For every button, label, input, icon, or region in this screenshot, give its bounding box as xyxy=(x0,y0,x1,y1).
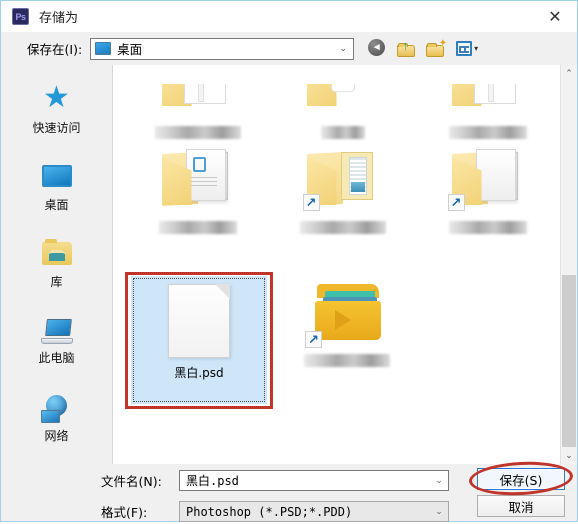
file-label-blurred xyxy=(299,221,386,234)
file-row: 黑白.psd ↗ xyxy=(125,272,560,409)
folder-item[interactable] xyxy=(270,65,415,139)
chevron-down-icon[interactable]: ⌄ xyxy=(430,506,448,517)
filename-input[interactable]: 黑白.psd ⌄ xyxy=(179,470,449,491)
up-folder-button[interactable]: ↑ xyxy=(397,37,417,58)
star-icon: ★ xyxy=(43,81,70,114)
chevron-down-icon[interactable]: ⌄ xyxy=(430,475,448,486)
shortcut-arrow-icon: ↗ xyxy=(447,194,465,211)
window-title: 存储为 xyxy=(39,11,79,26)
chevron-down-icon: ⌄ xyxy=(339,43,347,53)
sidebar-item-label: 快速访问 xyxy=(32,121,81,135)
new-folder-button[interactable]: ✦ xyxy=(426,37,448,58)
back-button[interactable]: ◄ xyxy=(368,39,388,58)
chevron-down-icon: ▾ xyxy=(474,44,479,53)
sidebar-item-desktop[interactable]: 桌面 xyxy=(1,148,112,225)
this-pc-icon xyxy=(40,319,73,345)
papers-folder-icon: ↗ xyxy=(447,147,524,213)
view-mode-button[interactable]: ▾ xyxy=(455,40,481,58)
desktop-icon xyxy=(40,160,74,192)
photoshop-icon: Ps xyxy=(12,8,29,25)
view-grid-icon xyxy=(456,40,473,56)
navigation-toolbar: ◄ ↑ ✦ ▾ xyxy=(368,37,481,58)
file-label: 黑白.psd xyxy=(174,366,224,380)
media-folder-icon: ↗ xyxy=(305,280,383,348)
star-badge-icon: ✦ xyxy=(438,37,448,49)
cup-cut-icon xyxy=(306,84,379,118)
filename-label: 文件名(N): xyxy=(101,474,162,489)
save-as-dialog: Ps 存储为 ✕ 保存在(I): 桌面 ⌄ ◄ ↑ ✦ ▾ ★ 快速访问 桌面 … xyxy=(0,0,578,522)
psd-file-item[interactable]: 黑白.psd xyxy=(125,272,273,409)
format-value: Photoshop (*.PSD;*.PDD) xyxy=(186,504,353,519)
folder-item[interactable] xyxy=(125,139,270,274)
folder-item[interactable]: ↗ xyxy=(415,139,560,274)
cancel-button[interactable]: 取消 xyxy=(477,495,565,517)
pictures-folder-icon: ↗ xyxy=(302,147,379,213)
file-row xyxy=(125,65,560,139)
folder-item[interactable] xyxy=(415,65,560,139)
file-label-blurred xyxy=(448,126,527,139)
dialog-footer: 文件名(N): 黑白.psd ⌄ 格式(F): Photoshop (*.PSD… xyxy=(1,459,577,522)
green-up-arrow-icon: ↑ xyxy=(402,37,409,53)
sidebar-item-label: 网络 xyxy=(44,428,69,443)
save-button[interactable]: 保存(S) xyxy=(477,468,565,490)
sidebar-item-this-pc[interactable]: 此电脑 xyxy=(1,302,112,379)
file-label-blurred xyxy=(158,221,237,234)
sidebar-item-quick-access[interactable]: ★ 快速访问 xyxy=(1,71,112,148)
file-label-blurred xyxy=(154,126,241,139)
shortcut-arrow-icon: ↗ xyxy=(305,331,322,348)
file-grid: ↗ ↗ 黑白.psd ↗ xyxy=(113,65,560,464)
folder-cut-icon xyxy=(451,84,524,118)
sidebar-item-network[interactable]: 网络 xyxy=(1,379,112,456)
format-label: 格式(F): xyxy=(101,505,148,520)
scrollbar-thumb[interactable] xyxy=(562,275,576,464)
title-bar: Ps 存储为 ✕ xyxy=(1,1,577,32)
scroll-up-button[interactable]: ⌃ xyxy=(561,65,577,82)
location-bar: 保存在(I): 桌面 ⌄ ◄ ↑ ✦ ▾ xyxy=(1,32,577,65)
file-row: ↗ ↗ xyxy=(125,139,560,274)
file-label-blurred xyxy=(320,126,365,139)
sidebar-item-label: 桌面 xyxy=(44,198,69,212)
location-dropdown[interactable]: 桌面 ⌄ xyxy=(90,37,355,60)
sidebar-item-library[interactable]: 库 xyxy=(1,225,112,302)
file-label-blurred xyxy=(448,221,527,234)
file-list-panel[interactable]: ↗ ↗ 黑白.psd ↗ ⌃ ⌄ xyxy=(113,65,577,464)
desktop-monitor-icon xyxy=(95,42,112,55)
format-dropdown[interactable]: Photoshop (*.PSD;*.PDD) ⌄ xyxy=(179,501,449,522)
sidebar-item-label: 此电脑 xyxy=(38,351,75,365)
sidebar-item-label: 库 xyxy=(50,275,63,289)
documents-folder-icon xyxy=(161,147,234,213)
close-icon[interactable]: ✕ xyxy=(533,1,577,32)
psd-document-icon xyxy=(168,284,230,358)
dialog-body: ★ 快速访问 桌面 库 此电脑 网络 ↗ ↗ 黑白.psd ↗ ⌃ ⌄ xyxy=(1,65,577,464)
places-sidebar: ★ 快速访问 桌面 库 此电脑 网络 xyxy=(1,65,113,464)
shortcut-arrow-icon: ↗ xyxy=(302,194,320,211)
filename-value: 黑白.psd xyxy=(186,474,239,488)
scroll-down-button[interactable]: ⌄ xyxy=(561,447,577,464)
network-globe-icon xyxy=(40,394,73,423)
folder-item[interactable]: ↗ xyxy=(270,139,415,274)
library-folder-icon xyxy=(40,237,74,269)
folder-item[interactable]: ↗ xyxy=(273,274,421,409)
back-arrow-icon: ◄ xyxy=(368,39,386,56)
save-in-label: 保存在(I): xyxy=(27,42,83,57)
vertical-scrollbar[interactable]: ⌃ ⌄ xyxy=(560,65,577,464)
folder-item[interactable] xyxy=(125,65,270,139)
folder-cut-icon xyxy=(161,84,234,118)
location-value: 桌面 xyxy=(117,42,143,57)
file-label-blurred xyxy=(304,354,390,367)
